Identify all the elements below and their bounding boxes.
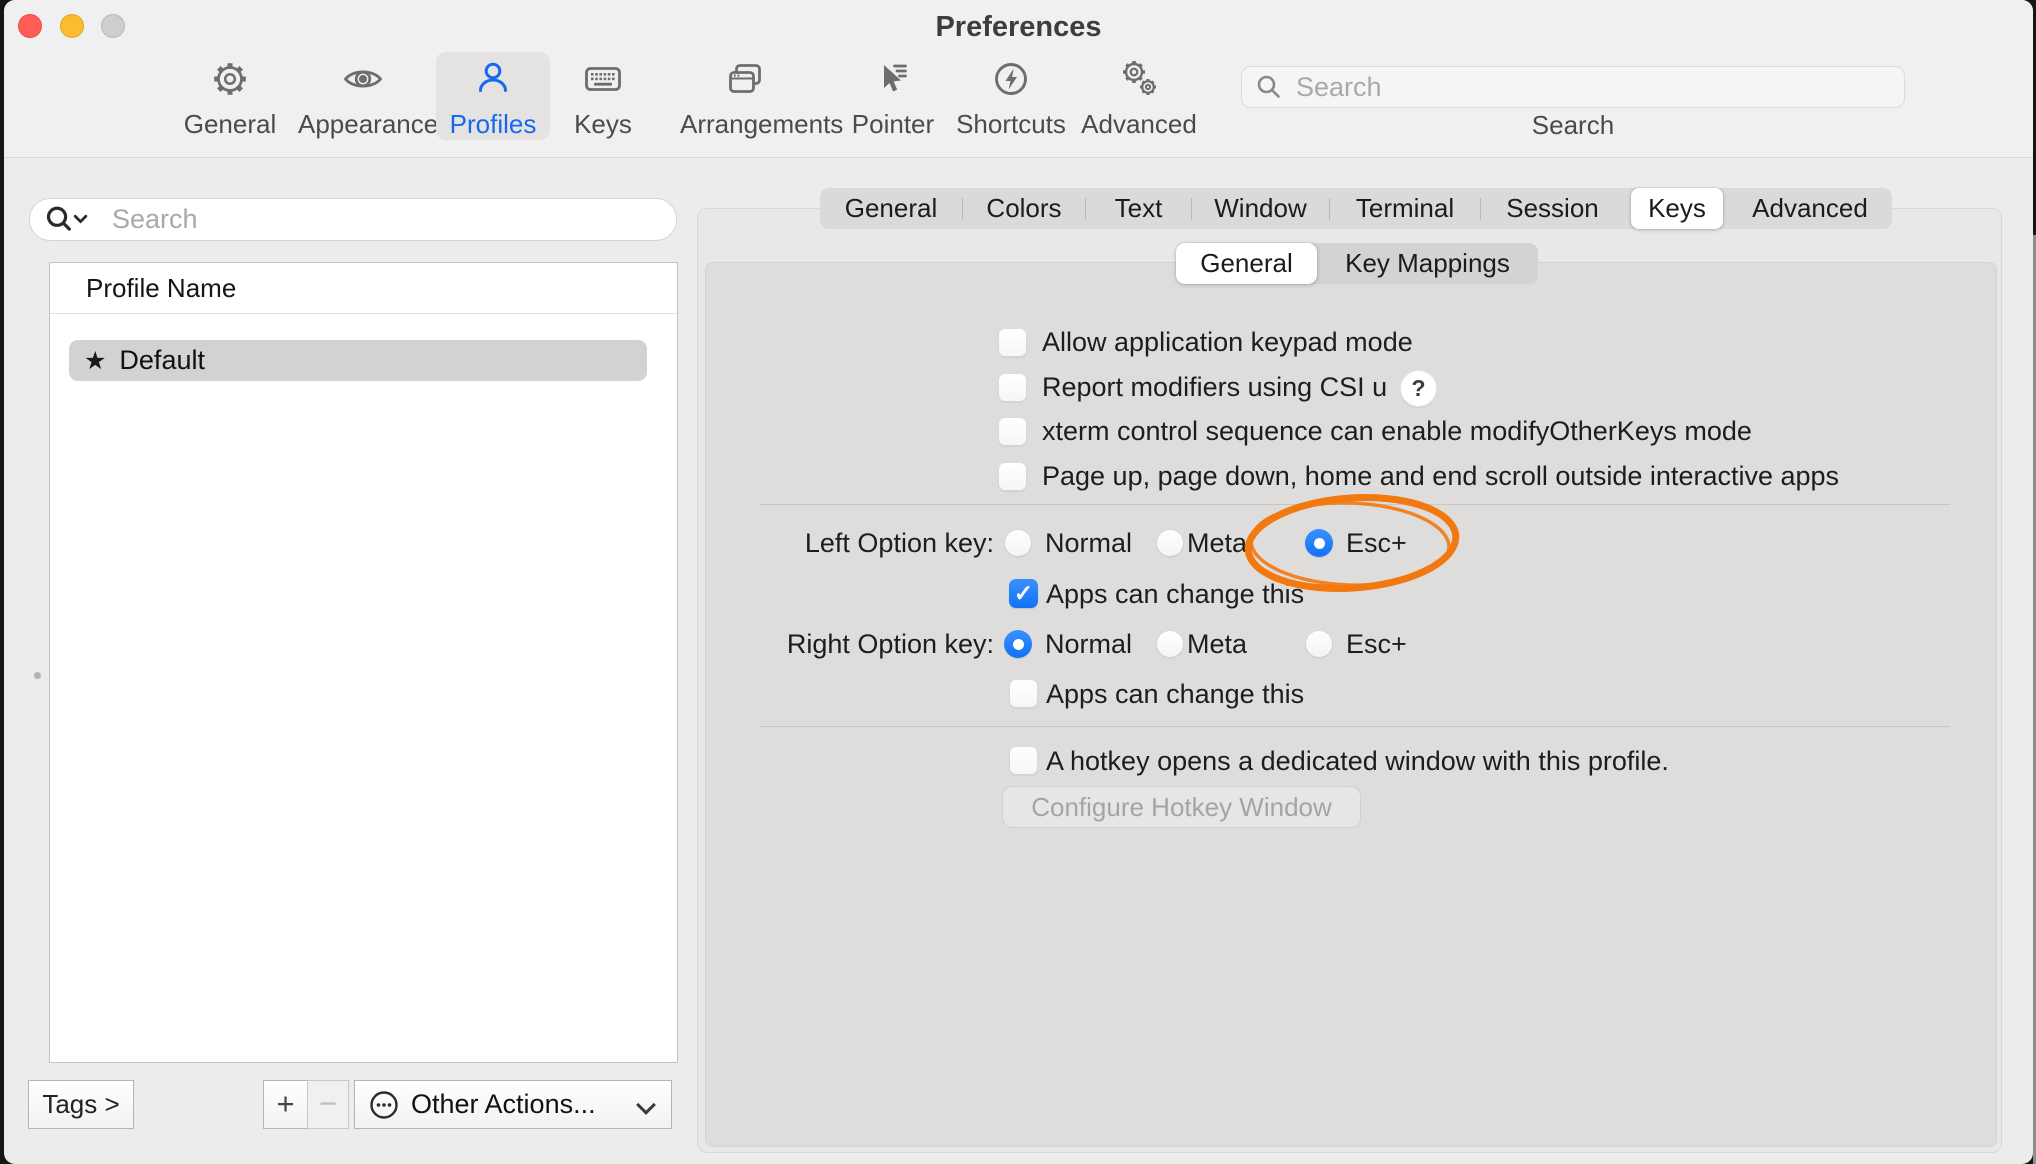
checkbox-csi-u[interactable] [998, 373, 1027, 402]
preferences-window: Preferences General Appearance Profiles … [0, 0, 2036, 1164]
toolbar-search-input[interactable] [1294, 71, 1904, 104]
checkbox-left-apps-change[interactable] [1009, 579, 1038, 608]
radio-left-meta-label[interactable]: Meta [1187, 527, 1247, 560]
left-option-key-label: Left Option key: [700, 527, 994, 560]
toolbar-item-arrangements[interactable]: Arrangements [680, 51, 810, 143]
profile-tabbar: General Colors Text Window Terminal Sess… [820, 188, 1892, 229]
toolbar-item-shortcuts[interactable]: Shortcuts [946, 51, 1076, 143]
radio-right-esc[interactable] [1305, 630, 1333, 658]
profile-name: Default [119, 345, 205, 376]
subtab-general[interactable]: General [1176, 243, 1317, 284]
radio-right-normal-label[interactable]: Normal [1045, 628, 1132, 661]
checkbox-right-apps-change-label[interactable]: Apps can change this [1046, 678, 1304, 711]
tab-keys[interactable]: Keys [1631, 188, 1723, 229]
profile-row-default[interactable]: ★ Default [69, 340, 647, 381]
radio-left-normal-label[interactable]: Normal [1045, 527, 1132, 560]
radio-left-normal[interactable] [1004, 529, 1032, 557]
checkbox-right-apps-change[interactable] [1009, 679, 1038, 708]
profile-search-input[interactable] [110, 203, 676, 236]
checkbox-page-scroll[interactable] [998, 462, 1027, 491]
window-title: Preferences [4, 11, 2033, 44]
ellipsis-circle-icon [367, 1088, 401, 1122]
right-option-key-label: Right Option key: [700, 628, 994, 661]
radio-left-esc-label[interactable]: Esc+ [1346, 527, 1407, 560]
checkbox-csi-u-label[interactable]: Report modifiers using CSI u [1042, 371, 1387, 404]
gear-icon [207, 57, 253, 101]
add-profile-button[interactable]: + [263, 1080, 308, 1129]
keys-subtabs: Key Mappings General [1176, 243, 1538, 284]
toolbar-item-general[interactable]: General [165, 51, 295, 143]
eye-icon [340, 57, 386, 101]
bolt-icon [988, 57, 1034, 101]
tab-colors[interactable]: Colors [963, 188, 1085, 229]
checkbox-left-apps-change-label[interactable]: Apps can change this [1046, 578, 1304, 611]
toolbar-item-advanced[interactable]: Advanced [1074, 51, 1204, 143]
chevron-down-icon [636, 1095, 656, 1115]
radio-right-esc-label[interactable]: Esc+ [1346, 628, 1407, 661]
radio-right-meta[interactable] [1156, 630, 1184, 658]
search-icon [1254, 72, 1284, 102]
radio-left-meta[interactable] [1156, 529, 1184, 557]
tab-text[interactable]: Text [1086, 188, 1191, 229]
profile-search-field[interactable] [29, 198, 677, 241]
tab-session[interactable]: Session [1481, 188, 1624, 229]
checkbox-modify-other-keys[interactable] [998, 417, 1027, 446]
checkbox-hotkey-window[interactable] [1009, 746, 1038, 775]
keyboard-icon [580, 57, 626, 101]
divider [760, 726, 1950, 727]
radio-left-esc[interactable] [1305, 529, 1333, 557]
tags-button[interactable]: Tags > [28, 1080, 134, 1129]
radio-right-normal[interactable] [1004, 630, 1032, 658]
checkbox-hotkey-window-label[interactable]: A hotkey opens a dedicated window with t… [1046, 745, 1669, 778]
search-filter-icon [44, 204, 100, 236]
tab-window[interactable]: Window [1192, 188, 1329, 229]
profile-list-header: Profile Name [50, 263, 677, 314]
subtab-key-mappings[interactable]: Key Mappings [1317, 243, 1538, 284]
toolbar-item-keys[interactable]: Keys [538, 51, 668, 143]
toolbar-item-appearance[interactable]: Appearance [298, 51, 428, 143]
radio-right-meta-label[interactable]: Meta [1187, 628, 1247, 661]
remove-profile-button[interactable]: − [307, 1080, 349, 1129]
windows-icon [722, 57, 768, 101]
toolbar-search-field[interactable] [1241, 66, 1905, 108]
divider [760, 504, 1950, 505]
checkbox-app-keypad[interactable] [998, 328, 1027, 357]
gears-icon [1116, 57, 1162, 101]
tab-advanced[interactable]: Advanced [1730, 188, 1890, 229]
help-button[interactable]: ? [1400, 370, 1437, 407]
other-actions-dropdown[interactable]: Other Actions... [354, 1080, 672, 1129]
profile-list: Profile Name ★ Default [49, 262, 678, 1063]
resize-dot [34, 672, 41, 679]
toolbar-search-caption: Search [1241, 110, 1905, 141]
cursor-icon [870, 57, 916, 101]
tab-general[interactable]: General [820, 188, 962, 229]
configure-hotkey-window-button[interactable]: Configure Hotkey Window [1002, 786, 1361, 828]
tab-terminal[interactable]: Terminal [1330, 188, 1480, 229]
checkbox-modify-other-keys-label[interactable]: xterm control sequence can enable modify… [1042, 415, 1752, 448]
person-icon [470, 57, 516, 101]
default-star-icon: ★ [84, 346, 106, 376]
other-actions-label: Other Actions... [411, 1089, 596, 1120]
checkbox-page-scroll-label[interactable]: Page up, page down, home and end scroll … [1042, 460, 1839, 493]
checkbox-app-keypad-label[interactable]: Allow application keypad mode [1042, 326, 1413, 359]
toolbar-item-pointer[interactable]: Pointer [828, 51, 958, 143]
titlebar: Preferences General Appearance Profiles … [4, 0, 2033, 158]
